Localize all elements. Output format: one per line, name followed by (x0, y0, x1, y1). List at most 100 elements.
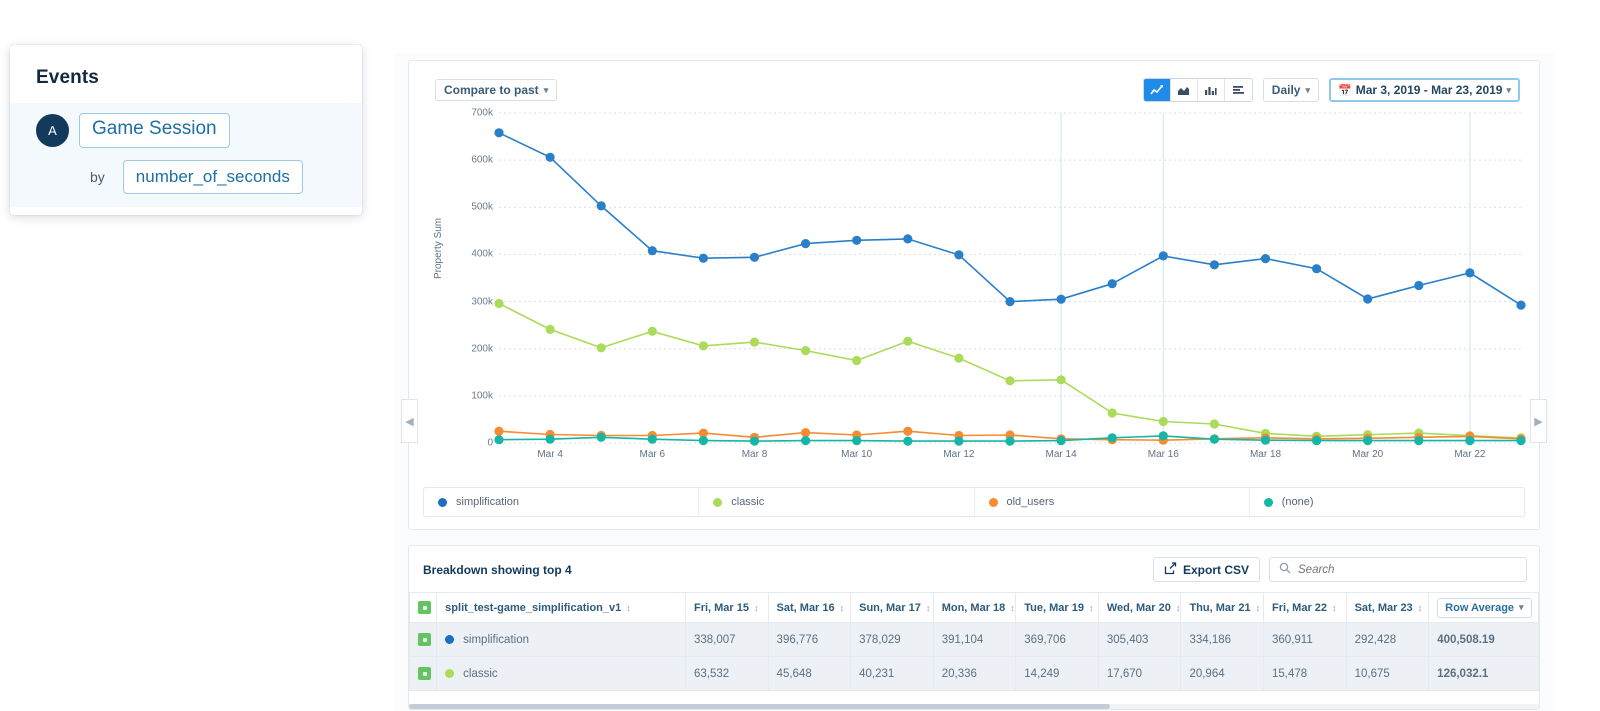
value-cell: 20,964 (1181, 657, 1264, 691)
x-axis-tick-label: Mar 12 (943, 449, 974, 460)
legend-color-dot (1264, 498, 1273, 507)
row-average-header[interactable]: Row Average▾ (1429, 593, 1539, 623)
chart-legend: simplification classic old_users (none) (423, 487, 1525, 517)
event-name-chip[interactable]: Game Session (79, 113, 230, 148)
legend-item[interactable]: classic (699, 488, 974, 516)
value-cell: 360,911 (1264, 623, 1347, 657)
search-icon (1279, 561, 1291, 579)
value-cell: 369,706 (1016, 623, 1099, 657)
sort-icon[interactable]: ↕ (1256, 603, 1261, 613)
row-average-cell: 126,032.1 (1429, 657, 1539, 691)
y-axis-tick-label: 600k (439, 155, 493, 166)
value-cell: 305,403 (1098, 623, 1181, 657)
sort-icon[interactable]: ↕ (754, 603, 759, 613)
column-header[interactable]: Wed, Mar 20↕ (1098, 593, 1181, 623)
y-axis-tick-label: 500k (439, 202, 493, 213)
x-axis-tick-label: Mar 14 (1046, 449, 1077, 460)
interval-label: Daily (1272, 83, 1301, 97)
sort-icon[interactable]: ↕ (1176, 603, 1181, 613)
sort-icon[interactable]: ↕ (1418, 603, 1423, 613)
chart-scroll-right-button[interactable]: ▶ (1530, 399, 1547, 443)
select-all-header[interactable] (410, 593, 437, 623)
value-cell: 338,007 (685, 623, 768, 657)
sort-icon[interactable]: ↕ (626, 603, 631, 613)
sort-icon[interactable]: ↕ (1089, 603, 1094, 613)
property-chip[interactable]: number_of_seconds (123, 160, 303, 194)
column-header[interactable]: split_test-game_simplification_v1↕ (437, 593, 686, 623)
checkbox-icon[interactable] (418, 633, 431, 646)
horizontal-scrollbar[interactable] (409, 704, 1539, 709)
y-axis-tick-label: 200k (439, 343, 493, 354)
line-chart-icon[interactable] (1144, 79, 1171, 101)
chart-card: Compare to past ▾ (408, 60, 1540, 530)
breakdown-header: Breakdown showing top 4 Export CSV (409, 546, 1539, 592)
table-row[interactable]: classic63,53245,64840,23120,33614,24917,… (410, 657, 1539, 691)
column-header[interactable]: Sun, Mar 17↕ (851, 593, 934, 623)
column-header[interactable]: Sat, Mar 23↕ (1346, 593, 1429, 623)
column-header[interactable]: Mon, Mar 18↕ (933, 593, 1016, 623)
event-step-badge: A (36, 114, 69, 147)
y-axis-tick-label: 700k (439, 108, 493, 119)
x-axis-tick-label: Mar 16 (1148, 449, 1179, 460)
legend-label: old_users (1007, 496, 1055, 508)
bar-chart-icon[interactable] (1198, 79, 1225, 101)
legend-item[interactable]: (none) (1250, 488, 1524, 516)
value-cell: 45,648 (768, 657, 851, 691)
breakdown-table-head: split_test-game_simplification_v1↕Fri, M… (410, 593, 1539, 623)
chart-toolbar: Compare to past ▾ (409, 61, 1539, 113)
value-cell: 20,336 (933, 657, 1016, 691)
y-axis-tick-label: 300k (439, 296, 493, 307)
search-box[interactable] (1269, 557, 1527, 582)
column-header[interactable]: Sat, Mar 16↕ (768, 593, 851, 623)
events-panel-body: A Game Session by number_of_seconds (10, 103, 362, 207)
value-cell: 15,478 (1264, 657, 1347, 691)
value-cell: 14,249 (1016, 657, 1099, 691)
series-color-dot (445, 635, 454, 644)
sort-icon[interactable]: ↕ (1332, 603, 1337, 613)
column-header[interactable]: Fri, Mar 22↕ (1264, 593, 1347, 623)
legend-label: simplification (456, 496, 519, 508)
value-cell: 17,670 (1098, 657, 1181, 691)
chevron-down-icon: ▾ (544, 85, 549, 96)
row-label: classic (463, 668, 498, 680)
x-axis-tick-label: Mar 6 (640, 449, 666, 460)
column-header[interactable]: Fri, Mar 15↕ (685, 593, 768, 623)
legend-item[interactable]: simplification (424, 488, 699, 516)
legend-item[interactable]: old_users (975, 488, 1250, 516)
row-checkbox-cell[interactable] (410, 657, 437, 691)
legend-color-dot (438, 498, 447, 507)
checkbox-icon[interactable] (418, 601, 431, 614)
x-axis-tick-label: Mar 20 (1352, 449, 1383, 460)
search-input[interactable] (1298, 564, 1517, 576)
legend-color-dot (713, 498, 722, 507)
events-panel-title: Events (10, 45, 362, 89)
chart-scroll-left-button[interactable]: ◀ (401, 399, 418, 443)
checkbox-icon[interactable] (418, 667, 431, 680)
compare-to-past-button[interactable]: Compare to past ▾ (435, 79, 557, 101)
chevron-down-icon: ▾ (1519, 602, 1524, 613)
area-chart-icon[interactable] (1171, 79, 1198, 101)
x-axis-ticks: Mar 4Mar 6Mar 8Mar 10Mar 12Mar 14Mar 16M… (499, 449, 1521, 465)
export-csv-label: Export CSV (1183, 563, 1249, 577)
x-axis-tick-label: Mar 18 (1250, 449, 1281, 460)
value-cell: 292,428 (1346, 623, 1429, 657)
row-average-button[interactable]: Row Average▾ (1437, 598, 1531, 618)
breakdown-header-actions: Export CSV (1153, 557, 1527, 582)
column-header[interactable]: Thu, Mar 21↕ (1181, 593, 1264, 623)
legend-label: (none) (1282, 496, 1314, 508)
export-csv-button[interactable]: Export CSV (1153, 557, 1260, 582)
chart-toolbar-right: Daily ▾ 📅 Mar 3, 2019 - Mar 23, 2019 ▾ (1143, 78, 1520, 102)
chevron-down-icon: ▾ (1305, 85, 1310, 96)
sort-icon[interactable]: ↕ (840, 603, 845, 613)
date-range-picker[interactable]: 📅 Mar 3, 2019 - Mar 23, 2019 ▾ (1329, 78, 1520, 102)
row-label-cell: classic (437, 657, 686, 691)
horizontal-bar-chart-icon[interactable] (1225, 79, 1252, 101)
value-cell: 378,029 (851, 623, 934, 657)
sort-icon[interactable]: ↕ (926, 603, 931, 613)
interval-select[interactable]: Daily ▾ (1263, 78, 1319, 102)
sort-icon[interactable]: ↕ (1010, 603, 1015, 613)
column-header[interactable]: Tue, Mar 19↕ (1016, 593, 1099, 623)
row-checkbox-cell[interactable] (410, 623, 437, 657)
chart-canvas (499, 113, 1521, 443)
table-row[interactable]: simplification338,007396,776378,029391,1… (410, 623, 1539, 657)
